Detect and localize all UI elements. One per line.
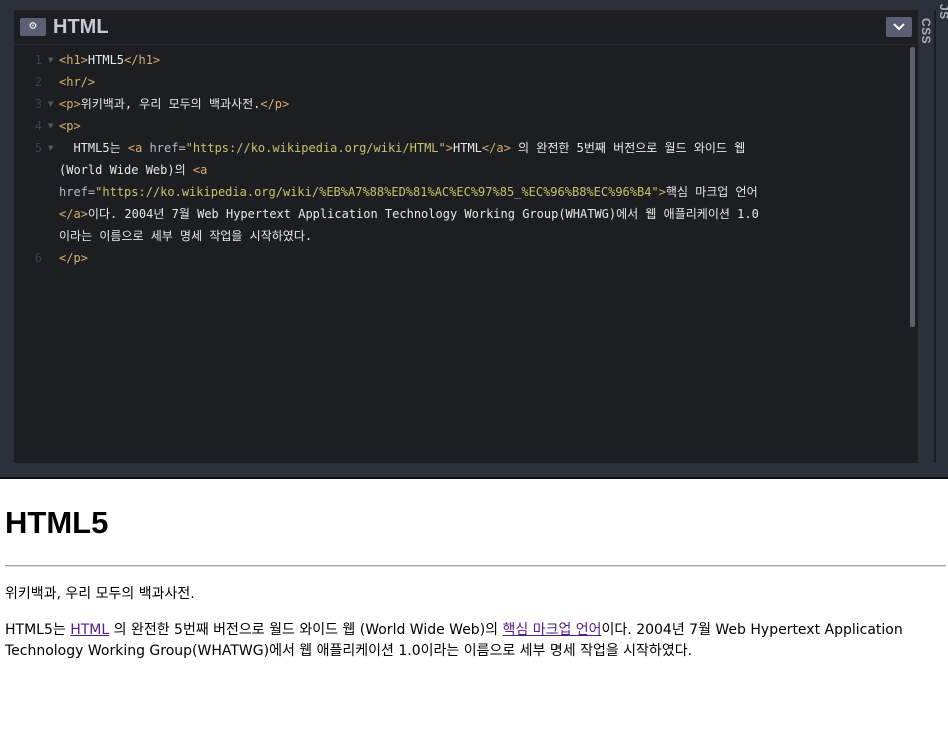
tab-js[interactable]: JS <box>937 4 948 20</box>
code-line: <h1>HTML5</h1> <box>59 49 160 71</box>
code-attr: href <box>59 185 88 199</box>
preview-heading: HTML5 <box>5 505 109 540</box>
code-line: </p> <box>59 247 88 269</box>
preview-pane: HTML5 위키백과, 우리 모두의 백과사전. HTML5는 HTML 의 완… <box>0 479 948 737</box>
code-tag: <p> <box>59 97 81 111</box>
fold-arrow-icon[interactable]: ▼ <box>48 49 53 71</box>
preview-text: 의 완전한 5번째 버전으로 월드 와이드 웹 (World Wide Web)… <box>109 622 503 638</box>
code-text: 위키백과, 우리 모두의 백과사전. <box>80 97 261 111</box>
code-tag: </p> <box>260 97 290 111</box>
code-text: 의 완전한 5번째 버전으로 월드 와이드 웹 <box>510 141 746 155</box>
line-number: 3 <box>34 97 42 111</box>
top-strip <box>0 0 948 10</box>
code-tag: > <box>658 185 666 199</box>
line-number: 2 <box>34 75 42 89</box>
code-tag: <hr/> <box>59 75 96 89</box>
html-link[interactable]: HTML <box>70 622 109 638</box>
code-text: (World Wide Web)의 <box>59 163 193 177</box>
code-tag: > <box>445 141 453 155</box>
markup-language-link[interactable]: 핵심 마크업 언어 <box>502 622 601 638</box>
code-line: HTML5는 <a href="https://ko.wikipedia.org… <box>59 137 745 159</box>
fold-arrow-icon[interactable]: ▼ <box>48 93 53 115</box>
left-resize-rail[interactable] <box>0 10 14 463</box>
code-tag: </a> <box>481 141 511 155</box>
fold-arrow-icon[interactable]: ▼ <box>48 115 53 137</box>
code-line: 이라는 이름으로 세부 명세 작업을 시작하였다. <box>59 225 312 247</box>
line-number: 6 <box>34 251 42 265</box>
code-tag: </p> <box>59 251 88 265</box>
line-number: 4 <box>34 119 42 133</box>
code-text: 이라는 이름으로 세부 명세 작업을 시작하였다. <box>59 229 313 243</box>
code-line: </a>이다. 2004년 7월 Web Hypertext Applicati… <box>59 203 759 225</box>
preview-paragraph-2: HTML5는 HTML 의 완전한 5번째 버전으로 월드 와이드 웹 (Wor… <box>5 620 937 662</box>
code-line: (World Wide Web)의 <a <box>59 159 207 181</box>
collapse-button[interactable] <box>886 17 912 37</box>
gear-icon: ⚙ <box>28 21 38 32</box>
line-gutter: 1 2 3 4 5 6 ▼ ▼ ▼ ▼ <box>14 45 58 463</box>
html-panel-header: ⚙ HTML <box>14 10 918 45</box>
code-line: <hr/> <box>59 71 95 93</box>
code-tag: </h1> <box>124 53 161 67</box>
code-text: 이다. 2004년 7월 Web Hypertext Application T… <box>87 207 759 221</box>
code-attr-value: "https://ko.wikipedia.org/wiki/HTML" <box>185 141 446 155</box>
code-attr: href <box>149 141 179 155</box>
editor-scrollbar[interactable] <box>910 47 915 327</box>
code-text: HTML <box>453 141 482 155</box>
code-text: HTML5 <box>87 53 125 67</box>
line-number: 5 <box>34 141 42 155</box>
code-tag: <h1> <box>59 53 88 67</box>
editor-wrap: CSS JS ⚙ HTML 1 2 3 4 5 6 ▼ ▼ ▼ ▼ <h1>HT… <box>0 0 948 479</box>
preview-divider <box>5 565 946 567</box>
preview-text: HTML5는 <box>5 622 71 638</box>
code-punct: = <box>178 141 186 155</box>
fold-arrow-icon[interactable]: ▼ <box>48 137 53 159</box>
code-line: <p>위키백과, 우리 모두의 백과사전.</p> <box>59 93 289 115</box>
code-line: <p> <box>59 115 81 137</box>
code-text: HTML5는 <box>59 141 128 155</box>
code-tag: </a> <box>59 207 88 221</box>
panel-title: HTML <box>53 16 109 38</box>
code-tag: <p> <box>59 119 81 133</box>
code-attr-value: "https://ko.wikipedia.org/wiki/%EB%A7%88… <box>95 185 659 199</box>
preview-paragraph-1: 위키백과, 우리 모두의 백과사전. <box>5 586 195 602</box>
line-number: 1 <box>34 53 42 67</box>
code-tag: <a <box>192 163 208 177</box>
panel-resize-bar[interactable] <box>0 463 948 479</box>
code-editor[interactable]: 1 2 3 4 5 6 ▼ ▼ ▼ ▼ <h1>HTML5</h1> <hr/>… <box>14 45 918 463</box>
tab-css[interactable]: CSS <box>919 18 933 44</box>
code-tag: <a <box>127 141 150 155</box>
collapsed-panels-rail: CSS JS <box>918 4 948 463</box>
code-text: 핵심 마크업 언어 <box>665 185 758 199</box>
chevron-down-icon <box>893 23 905 31</box>
rail-divider <box>934 10 936 463</box>
settings-button[interactable]: ⚙ <box>20 18 46 36</box>
code-line: href="https://ko.wikipedia.org/wiki/%EB%… <box>59 181 758 203</box>
